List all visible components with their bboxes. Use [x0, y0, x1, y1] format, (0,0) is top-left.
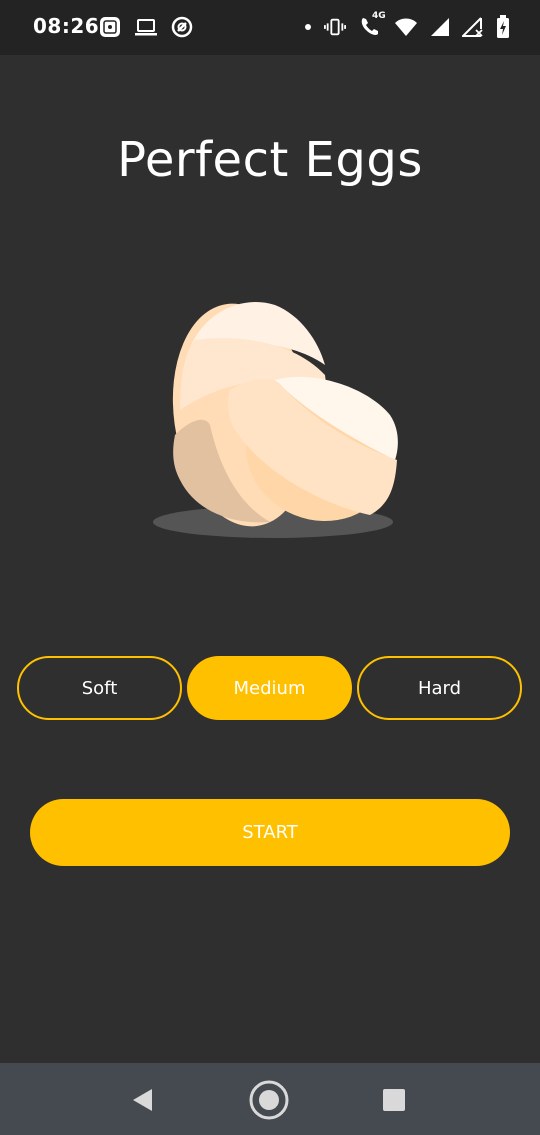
screen-record-icon [98, 15, 122, 39]
medium-option-label: Medium [233, 677, 306, 699]
back-icon[interactable] [130, 1087, 156, 1117]
page-title: Perfect Eggs [117, 132, 423, 188]
eggs-illustration [150, 300, 400, 545]
doneness-options: Soft Medium Hard [17, 656, 523, 724]
network-label: 4G [372, 11, 386, 21]
vpn-icon [170, 15, 194, 39]
laptop-icon [134, 15, 158, 39]
status-bar: 08:26 4G [0, 0, 540, 55]
battery-charging-icon [496, 15, 510, 39]
medium-option-button[interactable]: Medium [187, 656, 352, 720]
signal-no-sim-icon [462, 17, 484, 37]
start-button-label: START [242, 822, 298, 843]
hard-option-button[interactable]: Hard [357, 656, 522, 720]
wifi-calling-icon: 4G [358, 11, 386, 39]
status-left-icons [98, 14, 194, 40]
hard-option-label: Hard [417, 677, 462, 699]
navigation-bar [0, 1063, 540, 1135]
wifi-icon [394, 16, 418, 38]
status-right-icons: 4G [304, 11, 510, 40]
dot-icon [304, 23, 312, 31]
soft-option-label: Soft [81, 677, 118, 699]
status-time: 08:26 [33, 14, 100, 38]
vibrate-icon [324, 16, 346, 38]
start-button[interactable]: START [30, 799, 510, 866]
home-icon[interactable] [248, 1079, 290, 1125]
recents-icon[interactable] [382, 1088, 406, 1116]
signal-icon [430, 17, 450, 37]
soft-option-button[interactable]: Soft [17, 656, 182, 720]
